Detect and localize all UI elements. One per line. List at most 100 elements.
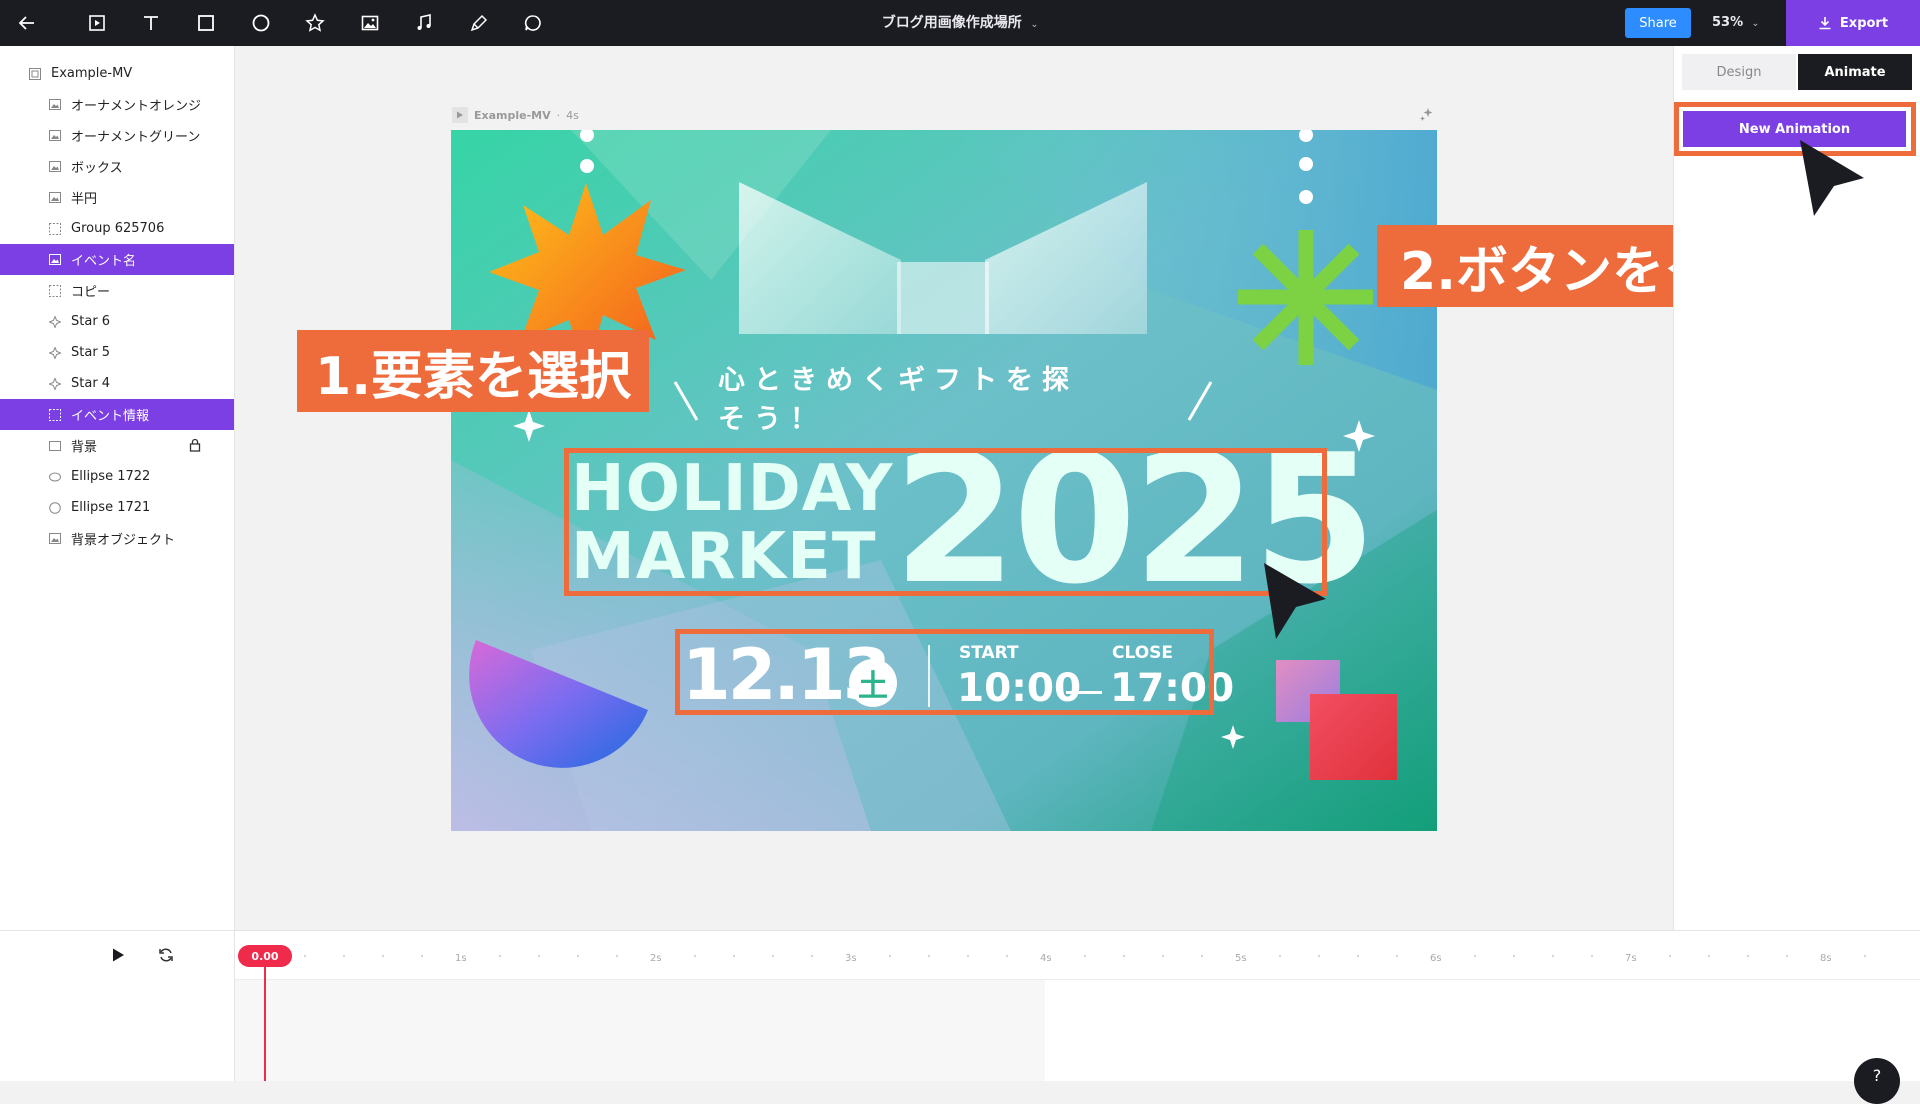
start-time: 10:00 <box>957 666 1082 711</box>
layer-label: 半円 <box>71 192 98 207</box>
layer-label: Star 4 <box>71 376 111 391</box>
lock-icon[interactable] <box>188 438 202 452</box>
timeline-panel: 1s 2s 3s 4s 5s 6s 7s 8s 0.00 <box>0 930 1920 1081</box>
layer-item[interactable]: Ellipse 1721 <box>0 492 234 523</box>
layer-root[interactable]: Example-MV <box>0 58 234 89</box>
layer-item[interactable]: 背景 <box>0 430 234 461</box>
zoom-dropdown[interactable]: 53% ⌄ <box>1712 0 1759 46</box>
layer-item[interactable]: ボックス <box>0 151 234 182</box>
text-icon[interactable] <box>128 0 174 46</box>
zoom-level: 53% <box>1712 15 1744 30</box>
layer-label: 背景オブジェクト <box>71 533 176 548</box>
download-icon <box>1819 17 1831 30</box>
magic-sparkle-icon[interactable] <box>1418 106 1436 124</box>
tick-label: 3s <box>845 953 857 964</box>
group-icon <box>48 284 62 298</box>
layers-panel: Example-MV オーナメントオレンジ オーナメントグリーン ボックス 半円… <box>0 46 235 930</box>
layer-label: イベント名 <box>71 254 137 269</box>
artboard-label[interactable]: Example-MV · 4s <box>452 106 579 124</box>
layer-item[interactable]: コピー <box>0 275 234 306</box>
export-button[interactable]: Export <box>1786 0 1920 46</box>
event-date: 12.13 <box>682 634 891 716</box>
frame-icon[interactable] <box>74 0 120 46</box>
separator: · <box>556 108 561 122</box>
layer-label: オーナメントオレンジ <box>71 99 202 114</box>
event-title-line1: HOLIDAY <box>571 452 894 526</box>
layer-item[interactable]: オーナメントオレンジ <box>0 89 234 120</box>
layer-item[interactable]: Group 625706 <box>0 213 234 244</box>
inspector-panel: Design Animate <box>1673 46 1920 930</box>
layer-item-selected[interactable]: イベント名 <box>0 244 234 275</box>
tick-label: 1s <box>455 953 467 964</box>
timeline-track-duration[interactable] <box>235 980 1045 1081</box>
layer-label: オーナメントグリーン <box>71 130 201 145</box>
cursor-pointer-icon <box>1264 563 1326 639</box>
rectangle-icon[interactable] <box>183 0 229 46</box>
image-icon <box>48 191 62 205</box>
tab-animate[interactable]: Animate <box>1798 54 1912 90</box>
share-button[interactable]: Share <box>1625 8 1691 38</box>
tick-label: 2s <box>650 953 662 964</box>
time-dash <box>1066 691 1102 694</box>
layer-label: Ellipse 1722 <box>71 469 151 484</box>
play-icon[interactable] <box>110 947 126 963</box>
group-icon <box>48 222 62 236</box>
image-icon[interactable] <box>347 0 393 46</box>
image-icon <box>48 253 62 267</box>
layer-item[interactable]: オーナメントグリーン <box>0 120 234 151</box>
layer-label: イベント情報 <box>71 409 150 424</box>
pen-icon[interactable] <box>456 0 502 46</box>
artboard-name: Example-MV <box>474 108 551 122</box>
artboard-duration: 4s <box>566 108 579 122</box>
subcopy-text: 心ときめくギフトを探そう！ <box>718 365 1078 435</box>
close-label: CLOSE <box>1112 643 1174 663</box>
playhead-time[interactable]: 0.00 <box>238 945 292 967</box>
ellipse-icon[interactable] <box>238 0 284 46</box>
layer-label: Star 5 <box>71 345 111 360</box>
event-title-line2: MARKET <box>571 520 877 594</box>
rectangle-icon <box>48 439 62 453</box>
star-icon[interactable] <box>292 0 338 46</box>
timeline-controls <box>0 931 235 1081</box>
layer-item[interactable]: 背景オブジェクト <box>0 523 234 554</box>
event-year: 2025 <box>893 416 1376 623</box>
document-title-text[interactable]: ブログ用画像作成場所 <box>882 15 1022 31</box>
layer-label: Ellipse 1721 <box>71 500 151 515</box>
tick-label: 5s <box>1235 953 1247 964</box>
event-day-of-week: 土 <box>849 659 897 707</box>
image-icon <box>48 160 62 174</box>
layer-item[interactable]: 半円 <box>0 182 234 213</box>
chevron-down-icon: ⌄ <box>1751 19 1760 29</box>
layer-item[interactable]: Star 6 <box>0 306 234 337</box>
ellipse-icon <box>48 470 62 484</box>
ellipse-icon <box>48 501 62 515</box>
tick-label: 8s <box>1820 953 1832 964</box>
layer-label: ボックス <box>71 161 123 176</box>
layer-label: コピー <box>71 285 111 300</box>
back-arrow-icon[interactable] <box>4 0 50 46</box>
loop-icon[interactable] <box>158 947 174 963</box>
play-icon[interactable] <box>452 107 468 123</box>
frame-icon <box>28 67 42 81</box>
cursor-pointer-icon <box>1800 140 1864 216</box>
timeline-ruler[interactable]: 1s 2s 3s 4s 5s 6s 7s 8s <box>235 931 1920 980</box>
music-icon[interactable] <box>401 0 447 46</box>
layer-item[interactable]: Star 5 <box>0 337 234 368</box>
tick-label: 6s <box>1430 953 1442 964</box>
image-icon <box>48 129 62 143</box>
layer-label: Star 6 <box>71 314 111 329</box>
tab-design[interactable]: Design <box>1682 54 1796 90</box>
layer-item-selected[interactable]: イベント情報 <box>0 399 234 430</box>
chevron-down-icon[interactable]: ⌄ <box>1031 20 1039 30</box>
group-icon <box>48 408 62 422</box>
info-divider <box>928 645 930 707</box>
layer-root-label: Example-MV <box>51 66 133 81</box>
help-button[interactable]: ? <box>1854 1058 1900 1104</box>
layer-item[interactable]: Ellipse 1722 <box>0 461 234 492</box>
image-icon <box>48 98 62 112</box>
playhead-line[interactable] <box>264 967 266 1081</box>
comment-icon[interactable] <box>510 0 556 46</box>
new-animation-button[interactable]: New Animation <box>1683 111 1906 147</box>
layer-item[interactable]: Star 4 <box>0 368 234 399</box>
callout-step1: 1.要素を選択 <box>297 330 649 412</box>
